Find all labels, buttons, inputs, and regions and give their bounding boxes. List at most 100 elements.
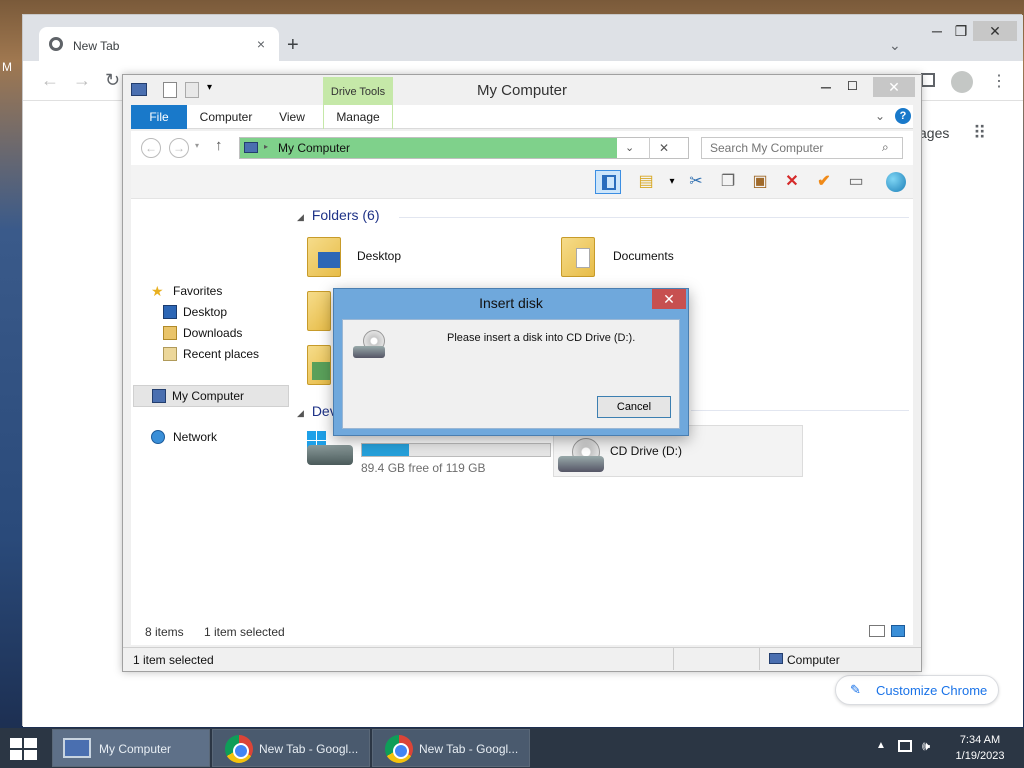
explorer-minimize-button[interactable]: ─	[821, 79, 831, 95]
help-icon[interactable]: ?	[895, 108, 911, 124]
group-divider	[691, 410, 909, 411]
explorer-title: My Computer	[476, 82, 568, 99]
divider	[759, 648, 760, 670]
nav-recent-places[interactable]: Recent places	[131, 344, 291, 364]
folders-header-label: Folders (6)	[311, 207, 380, 223]
cut-icon[interactable]: ✂	[683, 170, 709, 194]
insert-disk-dialog: Insert disk ✕ Please insert a disk into …	[333, 288, 689, 436]
apps-grid-icon[interactable]: ⠿	[973, 123, 986, 144]
folder-icon[interactable]	[307, 291, 331, 331]
folder-options-icon[interactable]: ▤	[633, 170, 659, 194]
computer-icon	[152, 389, 166, 403]
dialog-body: Please insert a disk into CD Drive (D:).…	[342, 319, 680, 429]
item-count: 8 items	[145, 625, 184, 639]
details-location: Computer	[787, 653, 840, 667]
chrome-icon	[225, 735, 253, 763]
tray-expand-icon[interactable]: ▲	[876, 740, 886, 751]
details-view-icon[interactable]	[869, 625, 885, 637]
nav-downloads[interactable]: Downloads	[131, 323, 291, 343]
taskbar-item-chrome-1[interactable]: New Tab - Googl...	[212, 729, 370, 767]
images-link[interactable]: ages	[919, 125, 949, 141]
recent-locations-icon[interactable]: ▾	[195, 141, 199, 150]
desktop-edge-text: M	[2, 60, 12, 74]
dialog-close-button[interactable]: ✕	[652, 289, 686, 309]
explorer-close-button[interactable]: ✕	[873, 77, 915, 97]
folder-desktop[interactable]: Desktop	[307, 233, 537, 281]
tab-computer[interactable]: Computer	[193, 105, 259, 129]
address-text: My Computer	[278, 141, 351, 155]
explorer-title-bar: ▾ Drive Tools My Computer ─ ☐ ✕	[123, 75, 921, 105]
checkmark-icon[interactable]: ✔	[811, 170, 837, 194]
folder-documents[interactable]: Documents	[561, 233, 791, 281]
tab-view[interactable]: View	[265, 105, 319, 129]
forward-icon[interactable]: →	[169, 138, 189, 158]
chrome-tab-close-icon[interactable]: ×	[253, 36, 269, 52]
paste-icon[interactable]: ▣	[747, 170, 773, 194]
ribbon-expand-icon[interactable]: ⌄	[875, 109, 885, 123]
start-button[interactable]	[10, 738, 38, 760]
collapse-icon: ◢	[297, 212, 304, 222]
drive-c[interactable]: 89.4 GB free of 119 GB	[307, 431, 557, 483]
delete-icon[interactable]: ✕	[779, 170, 805, 194]
nav-favorites[interactable]: ★ Favorites	[131, 281, 291, 301]
recent-places-icon	[163, 347, 177, 361]
clear-address-icon[interactable]: ✕	[659, 141, 669, 155]
taskbar-item-label: My Computer	[99, 742, 172, 756]
chrome-icon	[385, 735, 413, 763]
clock-date[interactable]: 1/19/2023	[950, 750, 1010, 762]
nav-network-label: Network	[173, 430, 218, 444]
address-row: ← → ▾ ↑ ▸ My Computer ⌄ ✕ ⌕	[131, 131, 913, 165]
dialog-message: Please insert a disk into CD Drive (D:).	[447, 332, 636, 344]
taskbar-item-chrome-2[interactable]: New Tab - Googl...	[372, 729, 530, 767]
rename-icon[interactable]: ▭	[843, 170, 869, 194]
preview-pane-icon[interactable]	[595, 170, 621, 194]
cancel-button[interactable]: Cancel	[597, 396, 671, 418]
nav-favorites-label: Favorites	[173, 284, 223, 298]
folder-icon	[561, 237, 595, 277]
copy-icon[interactable]: ❐	[715, 170, 741, 194]
taskbar-item-my-computer[interactable]: My Computer	[52, 729, 210, 767]
collapse-icon: ◢	[297, 408, 304, 418]
globe-icon[interactable]	[883, 170, 909, 194]
address-bar-controls: ⌄ ✕	[617, 137, 689, 159]
chrome-tab-title: New Tab	[73, 39, 120, 53]
customize-chrome-button[interactable]: ✎ Customize Chrome	[835, 675, 999, 705]
large-icons-view-icon[interactable]	[891, 625, 905, 637]
group-divider	[399, 217, 909, 218]
nav-desktop[interactable]: Desktop	[131, 302, 291, 322]
devices-group-header[interactable]: ◢ Dev	[297, 403, 337, 419]
chrome-tab-bar: New Tab × + ⌄ ─ ❐ ✕	[23, 15, 1023, 61]
folder-icon[interactable]	[307, 345, 331, 385]
cd-drive-icon	[558, 438, 604, 472]
network-tray-icon[interactable]	[898, 740, 912, 752]
chrome-tab[interactable]: New Tab ×	[39, 27, 279, 61]
chrome-tab-search-icon[interactable]: ⌄	[889, 37, 901, 54]
divider	[649, 137, 650, 159]
folders-group-header[interactable]: ◢ Folders (6)	[297, 207, 380, 223]
up-arrow-icon[interactable]: ↑	[215, 137, 223, 154]
search-box[interactable]: ⌕	[701, 137, 903, 159]
tab-manage[interactable]: Manage	[323, 105, 393, 129]
chrome-favicon-icon	[49, 37, 63, 51]
breadcrumb-chevron-icon[interactable]: ▸	[264, 142, 268, 151]
options-dropdown-icon[interactable]: ▾	[659, 170, 685, 194]
chrome-new-tab-button[interactable]: +	[287, 35, 299, 55]
computer-icon	[63, 738, 91, 758]
status-bar: 8 items 1 item selected	[131, 617, 913, 645]
tab-file[interactable]: File	[131, 105, 187, 129]
chrome-close-button[interactable]: ✕	[973, 21, 1017, 41]
nav-network[interactable]: Network	[131, 427, 291, 447]
clock-time[interactable]: 7:34 AM	[950, 734, 1010, 746]
search-icon[interactable]: ⌕	[882, 140, 889, 155]
star-icon: ★	[151, 283, 164, 299]
drive-d-label: CD Drive (D:)	[610, 444, 682, 458]
search-input[interactable]	[702, 138, 872, 158]
nav-my-computer[interactable]: My Computer	[133, 385, 289, 407]
back-icon[interactable]: ←	[141, 138, 161, 158]
pencil-icon: ✎	[850, 682, 861, 697]
address-dropdown-icon[interactable]: ⌄	[625, 141, 634, 154]
explorer-maximize-button[interactable]: ☐	[847, 79, 858, 93]
divider	[673, 648, 674, 670]
volume-icon[interactable]: 🕪	[922, 738, 930, 754]
chrome-maximize-button[interactable]: ❐	[947, 21, 975, 41]
